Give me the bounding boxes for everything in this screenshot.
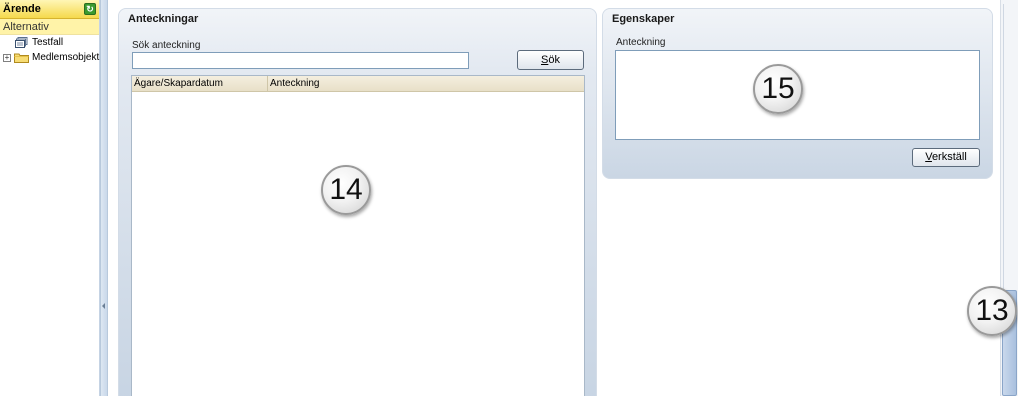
tree-item-label: Testfall xyxy=(32,37,64,48)
note-label: Anteckning xyxy=(616,37,666,48)
refresh-icon[interactable]: ↻ xyxy=(84,3,96,15)
search-label: Sök anteckning xyxy=(132,40,201,51)
column-divider[interactable] xyxy=(267,76,268,91)
tree-item-medlemsobjekt[interactable]: + Medlemsobjekt xyxy=(0,50,99,65)
document-stack-icon xyxy=(15,37,28,48)
search-button-label: ök xyxy=(548,54,560,66)
vertical-scrollbar[interactable] xyxy=(1000,0,1018,396)
collapse-arrow-icon[interactable] xyxy=(102,303,105,309)
folder-icon xyxy=(14,53,29,63)
nav-section-label: Alternativ xyxy=(0,19,99,35)
apply-button-label: erkställ xyxy=(931,151,967,163)
navigation-panel: Ärende ↻ Alternativ Testfall + Medlemsob… xyxy=(0,0,100,396)
tree-item-testfall[interactable]: Testfall xyxy=(0,35,99,50)
tree-item-label: Medlemsobjekt xyxy=(32,52,100,63)
callout-marker-properties: 15 xyxy=(753,64,803,114)
panel-splitter[interactable] xyxy=(100,0,108,396)
column-header-note[interactable]: Anteckning xyxy=(270,78,319,89)
nav-title: Ärende xyxy=(3,3,41,15)
search-input[interactable] xyxy=(132,52,469,69)
apply-button-accesskey: V xyxy=(925,151,932,163)
nav-header: Ärende ↻ xyxy=(0,0,99,19)
notes-table[interactable]: Ägare/Skapardatum Anteckning xyxy=(131,75,585,396)
column-header-owner[interactable]: Ägare/Skapardatum xyxy=(134,78,223,89)
callout-marker-scrollbar: 13 xyxy=(967,286,1017,336)
callout-marker-notes: 14 xyxy=(321,165,371,215)
search-button[interactable]: Sök xyxy=(517,50,584,70)
table-header: Ägare/Skapardatum Anteckning xyxy=(132,76,584,92)
expand-icon[interactable]: + xyxy=(3,54,11,62)
notes-title: Anteckningar xyxy=(128,13,199,25)
apply-button[interactable]: Verkställ xyxy=(912,148,980,167)
properties-title: Egenskaper xyxy=(612,13,675,25)
